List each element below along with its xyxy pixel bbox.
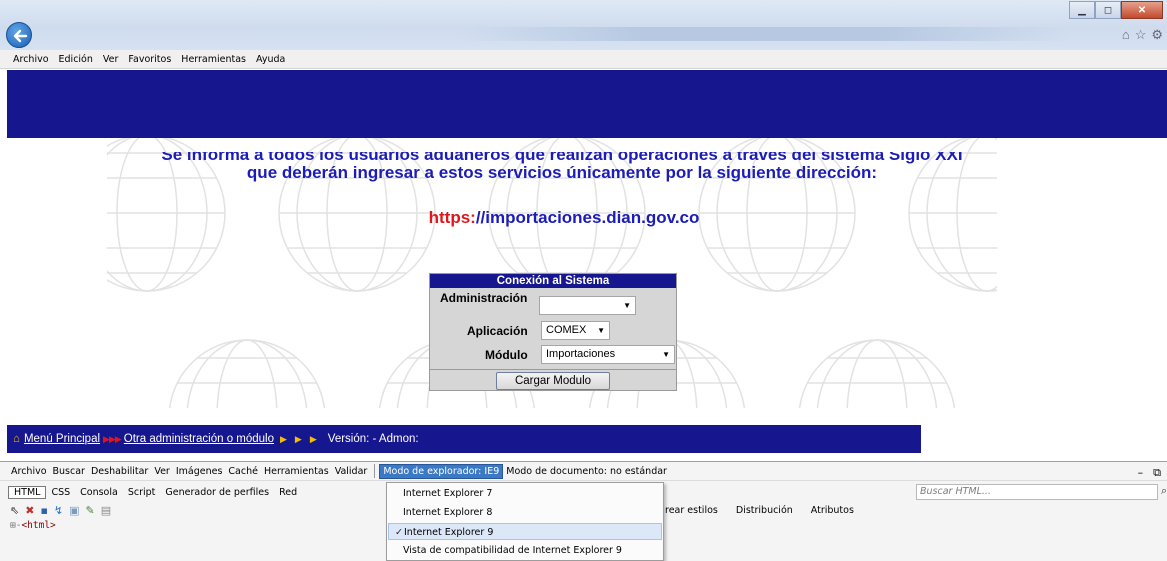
login-title: Conexión al Sistema <box>430 274 676 288</box>
dom-tree: ⊞-<html> <box>10 520 56 531</box>
yellow-arrows-icon: ▶▶▶ <box>280 433 325 444</box>
load-module-button[interactable]: Cargar Modulo <box>496 372 610 390</box>
login-panel: Conexión al Sistema Administración ▼ Apl… <box>429 273 677 391</box>
dt-menu-deshabilitar[interactable]: Deshabilitar <box>88 466 151 477</box>
url-host: //importaciones.dian.gov.co <box>475 208 700 227</box>
settings-gear-icon[interactable]: ⚙ <box>1151 27 1163 43</box>
subtab-trace-styles[interactable]: rear estilos <box>665 505 718 516</box>
refresh-icon[interactable]: ↯ <box>54 504 63 517</box>
dropdown-item-ie7[interactable]: Internet Explorer 7 <box>388 485 662 502</box>
dropdown-item-ie8[interactable]: Internet Explorer 8 <box>388 504 662 521</box>
menu-separator <box>374 464 376 478</box>
menu-herramientas[interactable]: Herramientas <box>176 54 251 65</box>
close-button[interactable]: ✕ <box>1121 1 1163 19</box>
subtab-layout[interactable]: Distribución <box>736 505 793 516</box>
dropdown-item-ie9-compat[interactable]: Vista de compatibilidad de Internet Expl… <box>388 542 662 559</box>
dt-menu-herramientas[interactable]: Herramientas <box>261 466 332 477</box>
service-url: https://importaciones.dian.gov.co <box>7 208 1121 228</box>
tab-css[interactable]: CSS <box>46 487 75 498</box>
other-admin-link[interactable]: Otra administración o módulo <box>124 433 274 445</box>
minimize-icon[interactable]: – <box>1138 466 1144 480</box>
devtools-toolbar: ⇖ ✖ ▪ ↯ ▣ ✎ ▤ <box>10 504 111 517</box>
tab-profiler[interactable]: Generador de perfiles <box>160 487 274 498</box>
login-divider <box>430 369 676 370</box>
module-select[interactable]: Importaciones ▼ <box>541 345 675 364</box>
module-label: Módulo <box>485 348 528 362</box>
dom-node-html[interactable]: <html> <box>21 520 55 531</box>
notice-line-1: Se informa a todos los usuarios aduanero… <box>161 152 963 164</box>
chevron-down-icon: ▼ <box>597 326 605 335</box>
browser-menubar: Archivo Edición Ver Favoritos Herramient… <box>0 50 1167 69</box>
dt-menu-archivo[interactable]: Archivo <box>8 466 50 477</box>
browser-mode-menu[interactable]: Modo de explorador: IE9 <box>379 463 504 479</box>
dt-menu-buscar[interactable]: Buscar <box>50 466 88 477</box>
notice-text: Se informa a todos los usuarios aduanero… <box>7 152 1117 182</box>
back-arrow-icon <box>13 29 28 43</box>
devtools-menubar: Archivo Buscar Deshabilitar Ver Imágenes… <box>0 462 1167 481</box>
maximize-button[interactable]: ◻ <box>1095 1 1121 19</box>
html-search-input[interactable]: Buscar HTML... <box>916 484 1158 500</box>
dom-icon[interactable]: ▣ <box>69 504 79 517</box>
dt-menu-imagenes[interactable]: Imágenes <box>173 466 226 477</box>
admin-label: Administración <box>440 291 528 305</box>
page-content: Se informa a todos los usuarios aduanero… <box>7 70 1167 458</box>
browser-tool-icons: ⌂ ☆ ⚙ <box>1122 27 1163 43</box>
window-controls: ▁ ◻ ✕ <box>1069 1 1163 19</box>
browser-titlebar: ▁ ◻ ✕ ⌂ ☆ ⚙ <box>0 0 1167 50</box>
address-bar[interactable] <box>460 27 1070 41</box>
app-label: Aplicación <box>467 324 528 338</box>
search-icon[interactable]: ⌕ <box>1161 484 1167 498</box>
footer-nav-bar: ⌂ Menú Principal ▶▶▶ Otra administración… <box>7 425 921 453</box>
back-button[interactable] <box>6 22 32 48</box>
dt-menu-cache[interactable]: Caché <box>225 466 261 477</box>
dropdown-item-ie9[interactable]: ✓ Internet Explorer 9 <box>388 523 662 540</box>
devtools-subtabs: rear estilos Distribución Atributos <box>665 505 854 516</box>
select-element-icon[interactable]: ⇖ <box>10 504 19 517</box>
favorites-star-icon[interactable]: ☆ <box>1135 27 1147 43</box>
chevron-down-icon: ▼ <box>623 301 631 310</box>
page-header-banner <box>7 70 1167 138</box>
menu-archivo[interactable]: Archivo <box>8 54 54 65</box>
tab-html[interactable]: HTML <box>8 485 47 499</box>
chevron-down-icon: ▼ <box>662 350 670 359</box>
menu-ver[interactable]: Ver <box>98 54 124 65</box>
clear-icon[interactable]: ✖ <box>25 504 34 517</box>
menu-principal-link[interactable]: Menú Principal <box>24 433 100 445</box>
expand-icon[interactable]: ⊞- <box>10 520 21 531</box>
tab-red[interactable]: Red <box>274 487 302 498</box>
url-protocol: https: <box>428 208 476 227</box>
checkmark-icon: ✓ <box>395 527 403 538</box>
unpin-icon[interactable]: ⧉ <box>1153 466 1161 480</box>
menu-edicion[interactable]: Edición <box>54 54 98 65</box>
red-arrows-icon: ▶▶▶ <box>103 433 122 444</box>
tab-script[interactable]: Script <box>123 487 161 498</box>
dt-menu-ver[interactable]: Ver <box>151 466 173 477</box>
browser-mode-dropdown: Internet Explorer 7 Internet Explorer 8 … <box>386 482 664 561</box>
admin-select[interactable]: ▼ <box>539 296 636 315</box>
subtab-attributes[interactable]: Atributos <box>811 505 854 516</box>
minimize-button[interactable]: ▁ <box>1069 1 1095 19</box>
menu-favoritos[interactable]: Favoritos <box>123 54 176 65</box>
tab-consola[interactable]: Consola <box>75 487 123 498</box>
version-text: Versión: - Admon: <box>327 433 419 445</box>
save-icon[interactable]: ▪ <box>40 504 47 517</box>
document-mode-menu[interactable]: Modo de documento: no estándar <box>503 466 670 477</box>
edit-icon[interactable]: ✎ <box>86 504 95 517</box>
home-icon: ⌂ <box>13 433 20 445</box>
notice-line-2: que deberán ingresar a estos servicios ú… <box>246 163 878 182</box>
word-wrap-icon[interactable]: ▤ <box>101 504 111 517</box>
home-icon[interactable]: ⌂ <box>1122 27 1130 43</box>
devtools-window-controls: – ⧉ <box>1138 466 1161 480</box>
menu-ayuda[interactable]: Ayuda <box>251 54 290 65</box>
dt-menu-validar[interactable]: Validar <box>332 466 371 477</box>
app-select[interactable]: COMEX ▼ <box>541 321 610 340</box>
